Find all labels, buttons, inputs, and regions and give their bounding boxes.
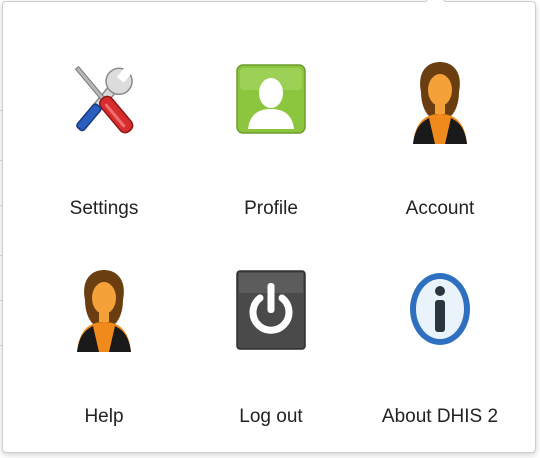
info-icon: [400, 258, 480, 358]
profile-app[interactable]: Profile: [186, 42, 356, 232]
logout-app[interactable]: Log out: [186, 250, 356, 440]
profile-icon: [231, 50, 311, 150]
profile-label: Profile: [244, 198, 298, 219]
help-icon: [64, 258, 144, 358]
account-label: Account: [405, 198, 475, 219]
menu-pointer-arrow: [424, 0, 447, 13]
help-app[interactable]: Help: [19, 250, 189, 440]
logout-icon: [231, 258, 311, 358]
apps-menu-panel: Settings Profile Account Help Log out Ab…: [2, 0, 536, 453]
account-icon: [400, 50, 480, 150]
settings-label: Settings: [69, 198, 139, 219]
account-app[interactable]: Account: [355, 42, 525, 232]
settings-icon: [64, 50, 144, 150]
settings-app[interactable]: Settings: [19, 42, 189, 232]
about-label: About DHIS 2: [381, 406, 499, 427]
help-label: Help: [84, 406, 124, 427]
about-app[interactable]: About DHIS 2: [355, 250, 525, 440]
logout-label: Log out: [239, 406, 303, 427]
